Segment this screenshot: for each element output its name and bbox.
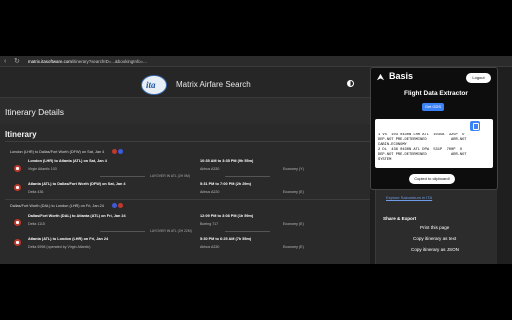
basis-logo-icon bbox=[376, 73, 385, 81]
site-title: Matrix Airfare Search bbox=[176, 80, 251, 89]
virgin-logo-icon bbox=[112, 149, 117, 154]
slice-label: Dallas/Fort Worth (DAL) to London (LHR) … bbox=[10, 204, 104, 208]
segment-carrier: Delta 1115 bbox=[28, 222, 45, 226]
itinerary-panel bbox=[0, 124, 370, 264]
url-field[interactable]: matrix.itasoftware.com/itinerary?searchI… bbox=[28, 58, 368, 65]
copy-json-button[interactable]: Copy itinerary as JSON bbox=[411, 247, 459, 252]
segment-cabin: Economy (Y) bbox=[283, 167, 304, 171]
url-path: /itinerary?searchID=...&bookingInfo=... bbox=[71, 59, 147, 64]
segment-carrier: Virgin Atlantic 103 bbox=[28, 167, 57, 171]
layover-line bbox=[100, 176, 145, 177]
segment-route: Atlanta (ATL) to Dallas/Fort Worth (DFW)… bbox=[28, 182, 126, 186]
copy-icon[interactable] bbox=[470, 121, 480, 131]
layover-line bbox=[225, 231, 270, 232]
logout-button[interactable]: Logout bbox=[466, 73, 491, 83]
delta-logo-icon bbox=[118, 149, 123, 154]
theme-toggle-icon[interactable] bbox=[347, 80, 354, 87]
airline-icon bbox=[14, 165, 21, 172]
screen: ‹ ↻ matrix.itasoftware.com/itinerary?sea… bbox=[0, 0, 512, 320]
share-title: Share & Export bbox=[383, 216, 417, 221]
explore-link[interactable]: Explore Sakumbum in ITA bbox=[386, 195, 432, 200]
airline-icon bbox=[14, 239, 21, 246]
segment-time: 5:30 PM to 6:25 AM (7h 55m) bbox=[200, 237, 252, 241]
divider bbox=[5, 141, 370, 142]
segment-cabin: Economy (E) bbox=[283, 190, 304, 194]
segment-route: Atlanta (ATL) to London (LHR) on Fri, Ja… bbox=[28, 237, 109, 241]
segment-time: 10:35 AM to 3:35 PM (9h 55m) bbox=[200, 159, 254, 163]
get-gds-button[interactable]: Get GDS bbox=[422, 103, 444, 111]
layover-text: LAYOVER IN ATL (2H 22M) bbox=[150, 229, 192, 233]
segment-aircraft: Boeing 717 bbox=[200, 222, 219, 226]
segment-time: 12:09 PM to 3:08 PM (1h 59m) bbox=[200, 214, 254, 218]
page-title: Itinerary Details bbox=[5, 107, 65, 117]
airline-icon bbox=[14, 184, 21, 191]
segment-route: London (LHR) to Atlanta (ATL) on Sat, Ja… bbox=[28, 159, 107, 163]
copy-text-button[interactable]: Copy itinerary as text bbox=[413, 236, 456, 241]
airline-logos bbox=[112, 203, 124, 209]
segment-route: Dallas/Fort Worth (DAL) to Atlanta (ATL)… bbox=[28, 214, 126, 218]
extension-title: Flight Data Extractor bbox=[404, 90, 468, 97]
copy-clipboard-button[interactable]: Copied to clipboard! bbox=[409, 174, 455, 184]
address-bar[interactable]: ‹ ↻ matrix.itasoftware.com/itinerary?sea… bbox=[0, 56, 512, 67]
segment-cabin: Economy (E) bbox=[283, 245, 304, 249]
slice-label: London (LHR) to Dallas/Fort Worth (DFW) … bbox=[10, 150, 105, 154]
segment-cabin: Economy (E) bbox=[283, 222, 304, 226]
print-button[interactable]: Print this page bbox=[420, 225, 449, 230]
url-host: matrix.itasoftware.com bbox=[28, 59, 72, 64]
virgin-logo-icon bbox=[118, 203, 123, 208]
reload-icon[interactable]: ↻ bbox=[14, 57, 20, 66]
gds-output-text: 1 VS 103 0430N LHR ATL 1035A 325P O DEP-… bbox=[378, 133, 467, 162]
back-icon[interactable]: ‹ bbox=[4, 57, 6, 66]
extension-name: Basis bbox=[389, 71, 414, 81]
segment-carrier: Delta 5998 (operated by Virgin Atlantic) bbox=[28, 245, 91, 249]
segment-aircraft: Airbus A330 bbox=[200, 167, 220, 171]
segment-time: 5:31 PM to 7:00 PM (2h 29m) bbox=[200, 182, 252, 186]
itinerary-heading: Itinerary bbox=[5, 130, 37, 139]
layover-text: LAYOVER IN ATL (2H 0M) bbox=[150, 174, 190, 178]
layover-line bbox=[100, 231, 145, 232]
segment-carrier: Delta 436 bbox=[28, 190, 44, 194]
segment-aircraft: Airbus A220 bbox=[200, 190, 220, 194]
layover-line bbox=[225, 176, 270, 177]
ita-logo-text: ita bbox=[146, 80, 156, 90]
delta-logo-icon bbox=[112, 203, 117, 208]
divider bbox=[5, 199, 370, 200]
segment-aircraft: Airbus A330 bbox=[200, 245, 220, 249]
ita-logo[interactable]: ita bbox=[141, 75, 167, 95]
airline-logos bbox=[112, 149, 124, 155]
airline-icon bbox=[14, 219, 21, 226]
